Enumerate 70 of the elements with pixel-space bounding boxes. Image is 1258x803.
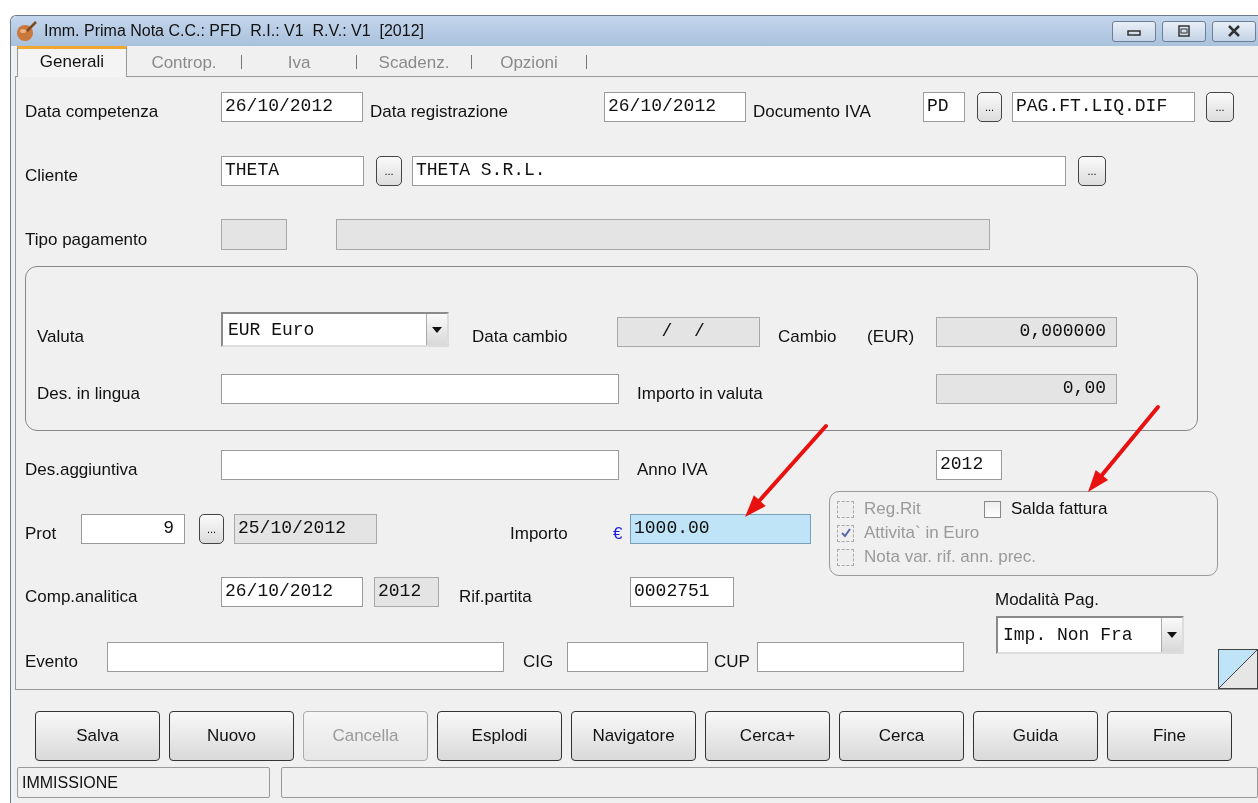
field-label: CIG	[523, 652, 555, 672]
field-label: Tipo pagamento	[25, 230, 149, 250]
currency-symbol: €	[613, 524, 624, 544]
action-button[interactable]: Fine	[1107, 711, 1232, 761]
year-field[interactable]: 2012	[936, 450, 1002, 480]
field-label: Importo	[510, 524, 569, 544]
field-label: Rif.partita	[459, 587, 533, 607]
field-label: Modalità Pag.	[995, 590, 1099, 610]
text-field[interactable]	[757, 642, 964, 672]
action-button[interactable]: Nuovo	[169, 711, 294, 761]
text-field[interactable]	[567, 642, 708, 672]
checkbox-label: Attivita` in Euro	[864, 523, 980, 543]
caret-icon	[1166, 631, 1178, 639]
currency-label: (EUR)	[867, 327, 916, 347]
lookup-button[interactable]: ...	[199, 514, 224, 544]
checkbox[interactable]	[984, 500, 1001, 518]
field-label: Data registrazione	[370, 102, 509, 122]
field-label: Prot	[25, 524, 58, 544]
currency-dropdown[interactable]: EUR Euro	[221, 312, 449, 347]
action-button[interactable]: Salva	[35, 711, 160, 761]
field-label: CUP	[714, 652, 751, 672]
date-field[interactable]: 26/10/2012	[221, 92, 363, 122]
minimize-button[interactable]	[1112, 20, 1156, 42]
lookup-button[interactable]: ...	[1206, 92, 1234, 122]
number-field[interactable]: 9	[81, 514, 185, 544]
amount-field[interactable]: 1000.00	[630, 514, 811, 544]
tab[interactable]: Generali	[17, 46, 127, 77]
text-field[interactable]	[107, 642, 504, 672]
action-button[interactable]: Navigatore	[571, 711, 696, 761]
field-label: Anno IVA	[637, 460, 709, 480]
maximize-button[interactable]	[1162, 20, 1206, 42]
reference-field[interactable]: 0002751	[630, 577, 734, 607]
field-label: Comp.analitica	[25, 587, 139, 607]
field-label: Cambio	[778, 327, 838, 347]
maximize-icon	[1176, 25, 1192, 37]
action-button[interactable]: Cerca	[839, 711, 964, 761]
field-label: Documento IVA	[753, 102, 872, 122]
checkbox-label: Reg.Rit	[864, 499, 921, 519]
text-field[interactable]	[221, 450, 619, 480]
payment-mode-dropdown[interactable]: Imp. Non Fra	[996, 616, 1184, 654]
lookup-button[interactable]: ...	[376, 156, 402, 186]
field-label: Evento	[25, 652, 79, 672]
code-field[interactable]: PD	[923, 92, 965, 122]
text-field[interactable]	[221, 374, 619, 404]
close-icon	[1226, 25, 1242, 37]
description-field[interactable]: THETA S.R.L.	[412, 156, 1066, 186]
field-label: Des. in lingua	[37, 384, 141, 404]
code-field[interactable]: THETA	[221, 156, 364, 186]
checkbox-label: Nota var. rif. ann. prec.	[864, 547, 1036, 567]
caret-icon	[431, 325, 443, 334]
field-label: Des.aggiuntiva	[25, 460, 139, 480]
field-label: Valuta	[37, 327, 85, 347]
action-button[interactable]: Guida	[973, 711, 1098, 761]
action-button[interactable]: Esplodi	[437, 711, 562, 761]
field-label: Cliente	[25, 166, 79, 186]
description-field[interactable]: PAG.FT.LIQ.DIF	[1012, 92, 1195, 122]
action-button[interactable]: Cerca+	[705, 711, 830, 761]
lookup-button[interactable]: ...	[977, 92, 1002, 122]
checkbox-label: Salda fattura	[1011, 499, 1108, 519]
field-label: Data cambio	[472, 327, 569, 347]
resize-corner-icon[interactable]	[1218, 649, 1258, 689]
close-button[interactable]	[1212, 20, 1256, 42]
window-title: Imm. Prima Nota C.C.: PFD R.I.: V1 R.V.: V1 [2012]	[44, 22, 424, 40]
broom-icon	[16, 20, 38, 42]
date-field[interactable]: 26/10/2012	[221, 577, 363, 607]
lookup-button[interactable]: ...	[1078, 156, 1106, 186]
field-label: Importo in valuta	[637, 384, 764, 404]
field-label: Data competenza	[25, 102, 160, 122]
date-field[interactable]: 26/10/2012	[604, 92, 746, 122]
status-mode: IMMISSIONE	[17, 767, 270, 798]
